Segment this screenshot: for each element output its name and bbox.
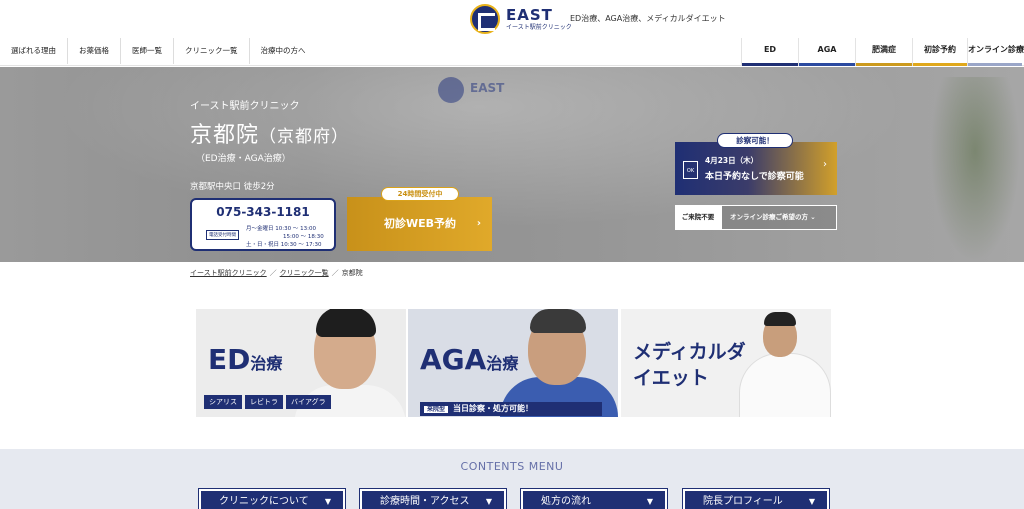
ed-medication-tags: シアリス レビトラ バイアグラ — [204, 395, 331, 409]
model-photo — [764, 312, 796, 326]
clinic-name: 京都院 — [190, 123, 260, 148]
caret-down-icon: ▼ — [485, 497, 492, 506]
breadcrumb-separator: ／ — [269, 269, 277, 277]
chevron-right-icon: › — [476, 218, 481, 229]
clipboard-ok-icon: OK — [683, 161, 698, 179]
caret-down-icon: ▼ — [808, 497, 815, 506]
hours-weekday-am: 月～金曜日 10:30 ～ 13:00 — [246, 226, 316, 232]
breadcrumb: イースト駅前クリニック ／ クリニック一覧 ／ 京都院 — [190, 268, 363, 278]
nav-links: 選ばれる理由 お薬価格 医師一覧 クリニック一覧 治療中の方へ — [0, 38, 317, 64]
nav-prices[interactable]: お薬価格 — [68, 38, 121, 64]
breadcrumb-home[interactable]: イースト駅前クリニック — [190, 268, 267, 278]
main-nav: 選ばれる理由 お薬価格 医師一覧 クリニック一覧 治療中の方へ ED AGA 肥… — [0, 38, 1024, 66]
sign-logo-icon — [438, 77, 464, 103]
tab-obesity[interactable]: 肥満症 — [855, 38, 912, 66]
phone-hours-label: 電話受付時間 — [206, 230, 239, 240]
tab-online-consultation[interactable]: オンライン診療 — [967, 38, 1024, 66]
model-photo — [316, 309, 376, 337]
nav-reasons[interactable]: 選ばれる理由 — [0, 38, 68, 64]
nav-tabs: ED AGA 肥満症 初診予約 オンライン診療 — [741, 38, 1024, 66]
availability-date: 4月23日（木） — [705, 156, 759, 165]
plant-image — [930, 77, 1020, 262]
logo-wordmark: EAST イースト駅前クリニック — [506, 5, 572, 31]
availability-text: 本日予約なしで診察可能 — [705, 172, 804, 182]
aga-note: 来院型 当日診察・処方可能！ — [420, 402, 602, 416]
clinic-treatments: （ED治療・AGA治療） — [196, 154, 291, 164]
menu-label: 診療時間・アクセス — [380, 496, 470, 507]
tab-ed[interactable]: ED — [741, 38, 798, 66]
sign-text: EAST — [470, 81, 505, 95]
menu-prescription-flow[interactable]: 処方の流れ ▼ — [520, 488, 668, 509]
web-reservation-button[interactable]: 初診WEB予約 › — [347, 197, 492, 251]
ed-title: ED — [208, 343, 251, 376]
ed-treatment-banner[interactable]: ED治療 シアリス レビトラ バイアグラ — [196, 309, 406, 417]
aga-type-badge: 来院型 — [424, 406, 449, 413]
header-tagline: ED治療、AGA治療、メディカルダイエット — [570, 14, 726, 23]
menu-director-profile[interactable]: 院長プロフィール ▼ — [682, 488, 830, 509]
aga-treatment-banner[interactable]: AGA治療 来院型 当日診察・処方可能！ — [408, 309, 618, 417]
menu-hours-access[interactable]: 診療時間・アクセス ▼ — [359, 488, 507, 509]
medical-diet-banner[interactable]: メディカルダイエット — [621, 309, 831, 417]
nav-doctors[interactable]: 医師一覧 — [121, 38, 174, 64]
hours-weekday-pm: 15:00 ～ 18:30 — [283, 234, 324, 240]
availability-badge: 診察可能！ — [717, 133, 793, 148]
phone-card[interactable]: 075-343-1181 電話受付時間 月～金曜日 10:30 ～ 13:00 … — [190, 198, 336, 251]
contents-title: CONTENTS MENU — [460, 460, 564, 473]
clinic-access: 京都駅中央口 徒歩2分 — [190, 182, 275, 192]
aga-banner-title: AGA治療 — [420, 343, 518, 376]
diet-banner-title: メディカルダイエット — [633, 341, 746, 389]
logo-subtext: イースト駅前クリニック — [506, 23, 572, 31]
availability-card[interactable]: OK 4月23日（木） 本日予約なしで診察可能 › — [675, 142, 837, 195]
ed-title-suffix: 治療 — [250, 354, 283, 373]
aga-title: AGA — [420, 343, 487, 376]
menu-about-clinic[interactable]: クリニックについて ▼ — [198, 488, 346, 509]
web-24h-badge: 24時間受付中 — [381, 187, 459, 201]
tag-viagra: バイアグラ — [286, 395, 331, 409]
tag-levitra: レビトラ — [245, 395, 283, 409]
web-reservation-label: 初診WEB予約 — [384, 217, 457, 230]
site-header: EAST イースト駅前クリニック ED治療、AGA治療、メディカルダイエット — [0, 0, 1024, 36]
menu-label: クリニックについて — [219, 496, 309, 507]
site-logo[interactable]: EAST イースト駅前クリニック — [470, 4, 572, 34]
breadcrumb-clinics[interactable]: クリニック一覧 — [280, 268, 329, 278]
tab-aga[interactable]: AGA — [798, 38, 855, 66]
nav-clinics[interactable]: クリニック一覧 — [174, 38, 250, 64]
clinic-prefecture: （京都府） — [259, 127, 350, 147]
online-consultation-label: オンライン診療ご希望の方 — [730, 213, 808, 221]
logo-text: EAST — [506, 5, 553, 24]
aga-note-text: 当日診察・処方可能！ — [453, 404, 534, 413]
online-consultation-row: ご来院不要 オンライン診療ご希望の方 ⌄ — [675, 205, 837, 230]
phone-hours: 月～金曜日 10:30 ～ 13:00 15:00 ～ 18:30 土・日・祝日… — [246, 225, 324, 249]
hours-weekend: 土・日・祝日 10:30 ～ 17:30 — [246, 242, 322, 248]
menu-label: 処方の流れ — [541, 496, 591, 507]
model-photo — [530, 309, 586, 333]
chevron-down-icon: ⌄ — [810, 213, 816, 221]
contents-menu: CONTENTS MENU クリニックについて ▼ 診療時間・アクセス ▼ 処方の流… — [0, 449, 1024, 509]
online-consultation-button[interactable]: オンライン診療ご希望の方 ⌄ — [721, 205, 837, 230]
nav-patients[interactable]: 治療中の方へ — [250, 38, 317, 64]
clinic-brand: イースト駅前クリニック — [190, 101, 300, 112]
caret-down-icon: ▼ — [646, 497, 653, 506]
logo-icon — [470, 4, 500, 34]
chevron-right-icon: › — [823, 159, 827, 170]
tab-first-reservation[interactable]: 初診予約 — [912, 38, 967, 66]
caret-down-icon: ▼ — [324, 497, 331, 506]
breadcrumb-separator: ／ — [331, 269, 339, 277]
phone-number[interactable]: 075-343-1181 — [192, 205, 334, 219]
hero-section: EAST イースト駅前クリニック 京都院（京都府） （ED治療・AGA治療） 京… — [0, 67, 1024, 262]
aga-title-suffix: 治療 — [486, 354, 519, 373]
menu-label: 院長プロフィール — [703, 496, 783, 507]
breadcrumb-current: 京都院 — [341, 269, 363, 277]
clinic-sign-image: EAST — [438, 75, 518, 105]
no-visit-label: ご来院不要 — [675, 205, 721, 230]
ed-banner-title: ED治療 — [208, 343, 282, 376]
tag-cialis: シアリス — [204, 395, 242, 409]
page-title: 京都院（京都府） — [190, 117, 349, 149]
